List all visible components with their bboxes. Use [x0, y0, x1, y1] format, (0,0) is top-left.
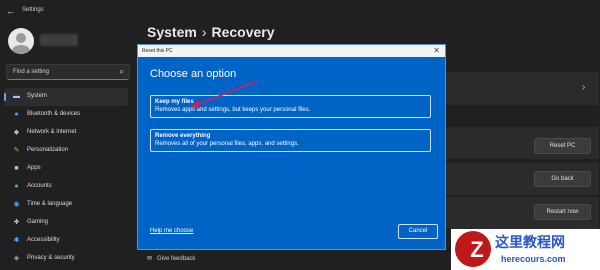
- person-icon: ●: [14, 183, 19, 190]
- give-feedback-label: Give feedback: [157, 256, 196, 262]
- search-icon[interactable]: ⌕: [120, 67, 124, 77]
- watermark: Z 这里教程网 herecours.com: [451, 229, 600, 270]
- sidebar-item-label: Privacy & security: [27, 255, 75, 261]
- reset-pc-button[interactable]: Reset PC: [534, 138, 591, 154]
- sidebar-item-label: Accounts: [27, 183, 52, 189]
- title-bar: ← Settings: [0, 0, 600, 22]
- sidebar-item-label: Time & language: [27, 201, 73, 207]
- search-placeholder: Find a setting: [13, 69, 50, 75]
- accessibility-icon: ✱: [13, 237, 20, 244]
- globe-icon: ◉: [13, 201, 20, 208]
- gamepad-icon: ✚: [13, 219, 20, 226]
- sidebar-item-personalization[interactable]: ✎ Personalization: [0, 142, 135, 160]
- sidebar-item-system[interactable]: ▬ System: [4, 88, 128, 106]
- avatar[interactable]: [8, 28, 34, 54]
- sidebar-item-accounts[interactable]: ● Accounts: [0, 178, 135, 196]
- feedback-icon: ✉: [147, 256, 153, 262]
- go-back-button[interactable]: Go back: [534, 171, 591, 187]
- watermark-logo-icon: Z: [455, 231, 491, 267]
- sidebar-item-label: Apps: [27, 165, 41, 171]
- sidebar-item-accessibility[interactable]: ✱ Accessibility: [0, 232, 135, 250]
- search-input[interactable]: Find a setting ⌕: [6, 64, 130, 80]
- sidebar-item-bluetooth-devices[interactable]: ● Bluetooth & devices: [0, 106, 135, 124]
- chevron-right-icon[interactable]: ›: [582, 82, 585, 93]
- shield-icon: ◈: [13, 255, 20, 262]
- brush-icon: ✎: [13, 147, 20, 154]
- reset-pc-dialog: Reset this PC ✕ Choose an option Keep my…: [137, 44, 446, 250]
- wifi-icon: ◆: [13, 129, 20, 136]
- sidebar-item-label: Personalization: [27, 147, 69, 153]
- breadcrumb-parent[interactable]: System: [147, 24, 197, 40]
- sidebar-item-label: Network & internet: [27, 129, 77, 135]
- breadcrumb: System › Recovery: [147, 24, 275, 40]
- sidebar-item-label: Gaming: [27, 219, 49, 225]
- sidebar-item-label: Bluetooth & devices: [27, 111, 81, 117]
- monitor-icon: ▬: [13, 93, 20, 100]
- give-feedback-link[interactable]: ✉ Give feedback: [147, 255, 195, 262]
- sidebar-item-time-language[interactable]: ◉ Time & language: [0, 196, 135, 214]
- sidebar-item-apps[interactable]: ■ Apps: [0, 160, 135, 178]
- annotation-arrow-icon: [190, 80, 259, 108]
- sidebar-nav: ▬ System ● Bluetooth & devices ◆ Network & in…: [0, 88, 135, 268]
- watermark-logo-letter: Z: [470, 237, 484, 262]
- breadcrumb-chevron-icon: ›: [201, 24, 207, 40]
- sidebar-item-label: Accessibility: [27, 237, 60, 243]
- sidebar-item-network-internet[interactable]: ◆ Network & internet: [0, 124, 135, 142]
- sidebar-item-gaming[interactable]: ✚ Gaming: [0, 214, 135, 232]
- app-title: Settings: [22, 7, 44, 13]
- sidebar-item-privacy-security[interactable]: ◈ Privacy & security: [0, 250, 135, 268]
- sidebar-item-label: System: [27, 93, 48, 99]
- bluetooth-icon: ●: [14, 111, 19, 118]
- watermark-url: herecours.com: [501, 254, 566, 264]
- apps-icon: ■: [14, 165, 19, 172]
- restart-now-button[interactable]: Restart now: [534, 204, 591, 220]
- user-name-blurred: [40, 34, 78, 46]
- page-title: Recovery: [211, 24, 275, 40]
- back-arrow-icon[interactable]: ←: [6, 6, 15, 16]
- watermark-title: 这里教程网: [495, 234, 565, 250]
